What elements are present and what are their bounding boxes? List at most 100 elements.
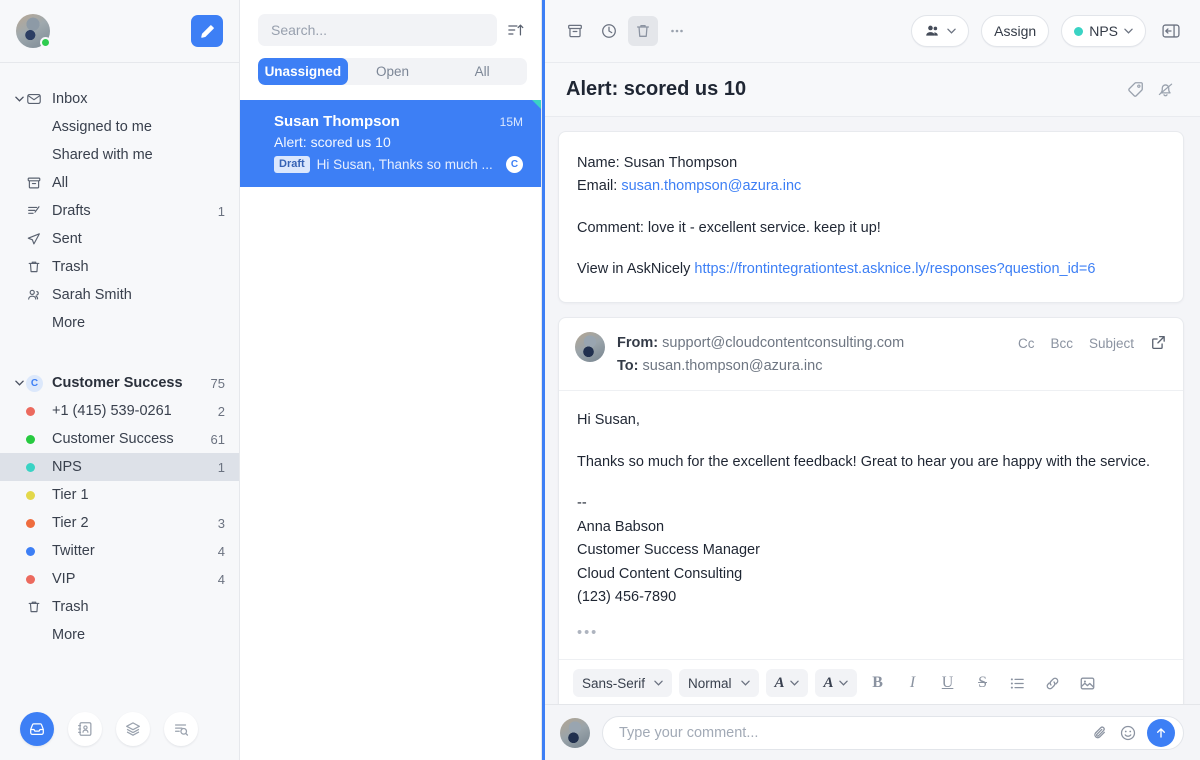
- signature-company: Cloud Content Consulting: [577, 563, 1165, 586]
- avatar[interactable]: [16, 14, 50, 48]
- reply-composer: From: support@cloudcontentconsulting.com…: [558, 317, 1184, 704]
- sidebar-item-label: Tier 2: [52, 515, 210, 531]
- trash-icon: [26, 259, 52, 275]
- to-row[interactable]: To: susan.thompson@azura.inc: [617, 355, 1006, 378]
- sidebar-item-label: Trash: [52, 599, 225, 615]
- bold-button[interactable]: B: [864, 669, 892, 697]
- sidebar-item-label: Assigned to me: [52, 119, 225, 135]
- sidebar-group-customer-success[interactable]: C Customer Success 75: [0, 369, 239, 397]
- chevron-down-icon[interactable]: [12, 96, 26, 102]
- sidebar-item-sent[interactable]: Sent: [0, 225, 239, 253]
- composer-body[interactable]: Hi Susan, Thanks so much for the excelle…: [559, 391, 1183, 659]
- italic-button[interactable]: I: [899, 669, 927, 697]
- search-input[interactable]: [258, 14, 497, 46]
- from-row[interactable]: From: support@cloudcontentconsulting.com: [617, 332, 1006, 355]
- draft-icon: [26, 203, 52, 219]
- email-link[interactable]: susan.thompson@azura.inc: [621, 178, 801, 194]
- sidebar-item-count: 4: [218, 572, 225, 587]
- sidebar-item-count: 4: [218, 544, 225, 559]
- bell-muted-icon[interactable]: [1150, 75, 1180, 105]
- sidebar-item-assigned-to-me[interactable]: Assigned to me: [0, 113, 239, 141]
- sidebar-item-label: Shared with me: [52, 147, 225, 163]
- sidebar-item-phone[interactable]: +1 (415) 539-0261 2: [0, 397, 239, 425]
- cc-button[interactable]: Cc: [1018, 336, 1035, 351]
- sidebar-item-trash[interactable]: Trash: [0, 253, 239, 281]
- conversation-toolbar: Assign NPS: [542, 0, 1200, 63]
- subject-button[interactable]: Subject: [1089, 336, 1134, 351]
- text-highlight-icon[interactable]: A: [815, 669, 857, 697]
- snooze-clock-icon[interactable]: [594, 16, 624, 46]
- tab-open[interactable]: Open: [348, 58, 438, 85]
- online-status-dot: [40, 37, 51, 48]
- layers-nav-icon[interactable]: [116, 712, 150, 746]
- inbox-nav-icon[interactable]: [20, 712, 54, 746]
- expand-quoted-text-button[interactable]: •••: [577, 610, 1165, 649]
- font-family-select[interactable]: Sans-Serif: [573, 669, 672, 697]
- channel-dot: [26, 407, 52, 416]
- link-icon[interactable]: [1039, 669, 1067, 697]
- sidebar-item-shared-with-me[interactable]: Shared with me: [0, 141, 239, 169]
- sidebar-item-inbox[interactable]: Inbox: [0, 85, 239, 113]
- sidebar-item-more-team[interactable]: More: [0, 621, 239, 649]
- sidebar-item-label: VIP: [52, 571, 210, 587]
- signature-phone: (123) 456-7890: [577, 586, 1165, 609]
- asknicely-link[interactable]: https://frontintegrationtest.asknice.ly/…: [694, 261, 1095, 277]
- sidebar-item-drafts[interactable]: Drafts 1: [0, 197, 239, 225]
- bcc-button[interactable]: Bcc: [1050, 336, 1073, 351]
- comment-input-wrapper: [602, 716, 1184, 750]
- conversation-preview: Hi Susan, Thanks so much ...: [317, 157, 499, 172]
- search-nav-icon[interactable]: [164, 712, 198, 746]
- sidebar-item-team-trash[interactable]: Trash: [0, 593, 239, 621]
- assign-button[interactable]: Assign: [981, 15, 1049, 47]
- sidebar-item-label: Drafts: [52, 203, 210, 219]
- sidebar-item-label: Sent: [52, 231, 225, 247]
- external-link-icon[interactable]: [1150, 334, 1167, 354]
- archive-icon[interactable]: [560, 16, 590, 46]
- sidebar-item-all[interactable]: All: [0, 169, 239, 197]
- comment-input[interactable]: [619, 725, 1081, 741]
- underline-label: U: [942, 674, 954, 692]
- paperclip-icon[interactable]: [1091, 724, 1109, 742]
- sidebar-item-sarah-smith[interactable]: Sarah Smith: [0, 281, 239, 309]
- compose-button[interactable]: [191, 15, 223, 47]
- collapse-panel-icon[interactable]: [1156, 16, 1186, 46]
- list-search-row: [240, 0, 541, 54]
- send-comment-button[interactable]: [1147, 719, 1175, 747]
- chevron-down-icon[interactable]: [12, 380, 26, 386]
- image-icon[interactable]: [1074, 669, 1102, 697]
- trash-icon[interactable]: [628, 16, 658, 46]
- tag-icon[interactable]: [1120, 75, 1150, 105]
- sidebar-item-count: 2: [218, 404, 225, 419]
- underline-button[interactable]: U: [934, 669, 962, 697]
- list-item[interactable]: Susan Thompson 15M Alert: scored us 10 D…: [240, 100, 541, 187]
- emoji-icon[interactable]: [1119, 724, 1137, 742]
- comment-bar: [542, 704, 1200, 760]
- conversation-list-panel: Unassigned Open All Susan Thompson 15M A…: [240, 0, 542, 760]
- signature-title: Customer Success Manager: [577, 539, 1165, 562]
- sidebar-item-twitter[interactable]: Twitter 4: [0, 537, 239, 565]
- tab-all[interactable]: All: [437, 58, 527, 85]
- sidebar-item-more-inbox[interactable]: More: [0, 309, 239, 337]
- font-size-select[interactable]: Normal: [679, 669, 759, 697]
- sidebar-item-label: NPS: [52, 459, 210, 475]
- sidebar-divider: [0, 337, 239, 369]
- channel-dot: [26, 575, 52, 584]
- sidebar-item-customer-success[interactable]: Customer Success 61: [0, 425, 239, 453]
- strikethrough-button[interactable]: S: [969, 669, 997, 697]
- tag-selector[interactable]: NPS: [1061, 15, 1146, 47]
- sort-ascending-icon[interactable]: [505, 22, 527, 38]
- composer-header: From: support@cloudcontentconsulting.com…: [559, 318, 1183, 391]
- more-horizontal-icon[interactable]: [662, 16, 692, 46]
- text-color-icon[interactable]: A: [766, 669, 808, 697]
- sidebar-item-tier-2[interactable]: Tier 2 3: [0, 509, 239, 537]
- sidebar-item-label: Inbox: [52, 91, 225, 107]
- contacts-nav-icon[interactable]: [68, 712, 102, 746]
- sidebar-item-nps[interactable]: NPS 1: [0, 453, 239, 481]
- message-thread: Name: Susan Thompson Email: susan.thomps…: [542, 117, 1200, 704]
- bulleted-list-icon[interactable]: [1004, 669, 1032, 697]
- assignee-selector[interactable]: [911, 15, 969, 47]
- sidebar-item-tier-1[interactable]: Tier 1: [0, 481, 239, 509]
- tab-unassigned[interactable]: Unassigned: [258, 58, 348, 85]
- conversation-inbox-badge: C: [506, 156, 523, 173]
- sidebar-item-vip[interactable]: VIP 4: [0, 565, 239, 593]
